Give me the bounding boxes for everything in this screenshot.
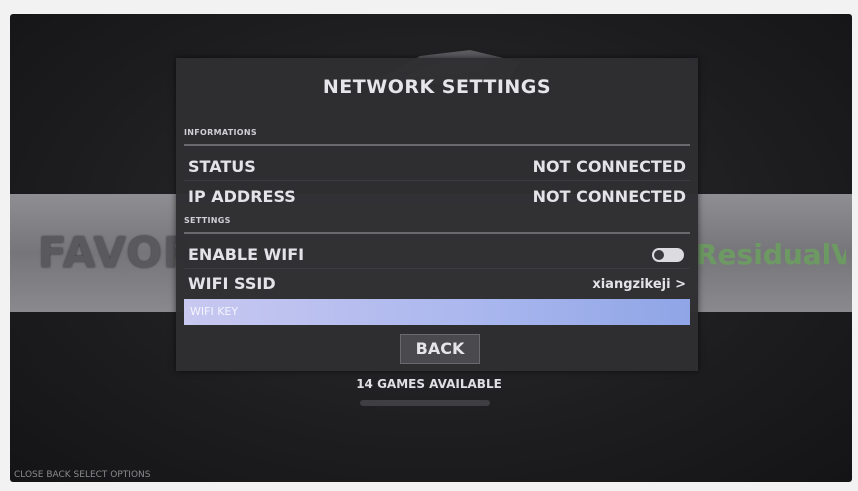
toggle-knob xyxy=(654,250,664,260)
wifi-ssid-label: WIFI SSID xyxy=(188,274,276,293)
wifi-key-label: WIFI KEY xyxy=(190,305,239,318)
help-bar: CLOSE BACK SELECT OPTIONS xyxy=(14,470,151,480)
network-settings-menu: NETWORK SETTINGS INFORMATIONS STATUS NOT… xyxy=(176,58,698,371)
games-subtitle-blur xyxy=(360,400,490,406)
favorites-system-logo[interactable]: FAVORITES xyxy=(38,228,188,280)
status-label: STATUS xyxy=(188,157,256,176)
settings-header: SETTINGS xyxy=(184,216,690,234)
games-available-count: 14 GAMES AVAILABLE xyxy=(356,377,502,391)
enable-wifi-label: ENABLE WIFI xyxy=(188,245,305,264)
chevron-right-icon: > xyxy=(675,277,686,292)
wifi-ssid-text: xiangzikeji xyxy=(592,277,671,292)
wifi-toggle-switch[interactable] xyxy=(652,248,684,262)
ip-address-label: IP ADDRESS xyxy=(188,187,296,206)
ip-address-value: NOT CONNECTED xyxy=(532,187,686,206)
menu-title: NETWORK SETTINGS xyxy=(322,76,552,98)
status-value: NOT CONNECTED xyxy=(532,157,686,176)
wifi-ssid-value: xiangzikeji > xyxy=(592,277,686,292)
informations-header: INFORMATIONS xyxy=(184,128,690,146)
status-row: STATUS NOT CONNECTED xyxy=(184,152,690,181)
ip-address-row: IP ADDRESS NOT CONNECTED xyxy=(184,182,690,210)
enable-wifi-row[interactable]: ENABLE WIFI xyxy=(184,240,690,269)
wifi-ssid-row[interactable]: WIFI SSID xiangzikeji > xyxy=(184,269,690,297)
wifi-key-row[interactable]: WIFI KEY xyxy=(184,299,690,325)
residualvm-system-logo[interactable]: ResidualVM xyxy=(696,238,846,282)
back-button[interactable]: BACK xyxy=(400,334,480,364)
